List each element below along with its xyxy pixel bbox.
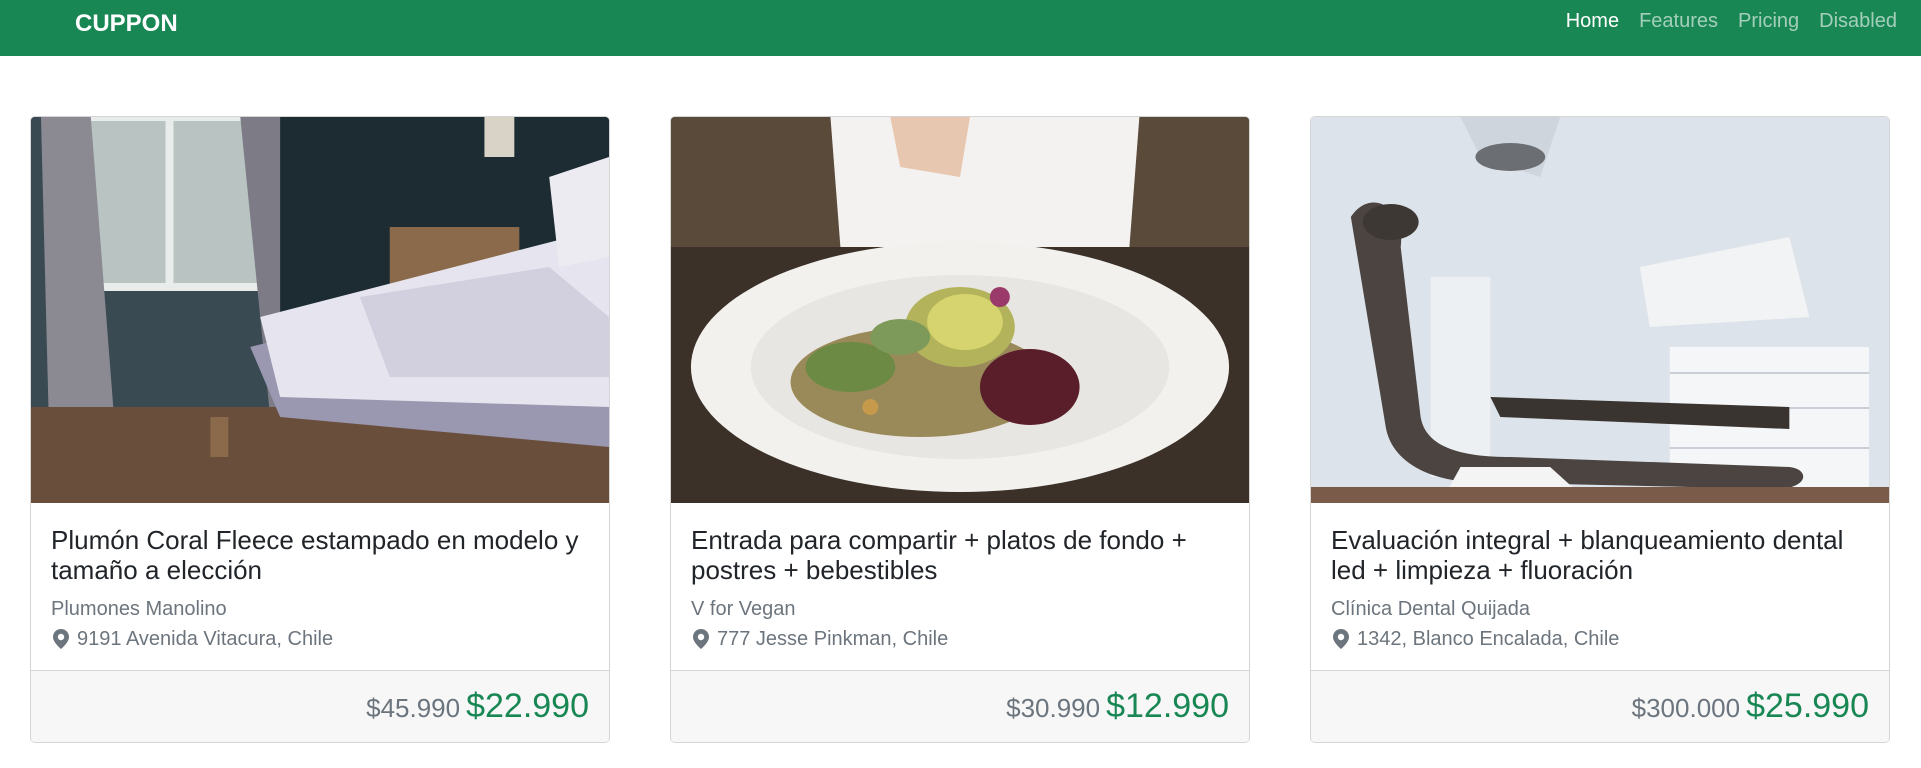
brand-logo[interactable]: CUPPON [75,10,178,38]
nav-link-disabled: Disabled [1819,10,1897,32]
merchant-name: Clínica Dental Quijada [1331,598,1530,620]
deal-location: 1342, Blanco Encalada, Chile [1331,627,1869,651]
original-price: $45.990 [366,693,461,723]
deal-title[interactable]: Entrada para compartir + platos de fondo… [691,525,1229,585]
merchant-name: V for Vegan [691,598,796,620]
deal-card-footer: $300.000 $25.990 [1311,670,1889,742]
original-price: $30.990 [1006,693,1101,723]
nav-link-features[interactable]: Features [1639,9,1718,33]
discount-price: $25.990 [1746,687,1869,725]
map-pin-icon [53,629,69,649]
bed-photo-icon [31,117,609,503]
location-text: 1342, Blanco Encalada, Chile [1357,628,1620,650]
top-navbar: CUPPON Home Features Pricing Disabled [0,0,1921,56]
map-pin-icon [1333,629,1349,649]
deal-card-body: Evaluación integral + blanqueamiento den… [1311,503,1889,666]
deal-image-salad[interactable] [671,117,1249,503]
deal-image-dental[interactable] [1311,117,1889,503]
deal-title[interactable]: Plumón Coral Fleece estampado en modelo … [51,525,589,585]
location-text: 777 Jesse Pinkman, Chile [717,628,949,650]
nav-links: Home Features Pricing Disabled [1566,9,1897,33]
deal-location: 777 Jesse Pinkman, Chile [691,627,1229,651]
deal-location: 9191 Avenida Vitacura, Chile [51,627,589,651]
original-price: $300.000 [1631,693,1741,723]
deal-card[interactable]: Plumón Coral Fleece estampado en modelo … [30,116,610,743]
deal-card-grid: Plumón Coral Fleece estampado en modelo … [30,116,1890,743]
map-pin-icon [693,629,709,649]
discount-price: $22.990 [466,687,589,725]
salad-plate-photo-icon [671,117,1249,503]
deal-card-footer: $45.990 $22.990 [31,670,609,742]
deal-card-body: Entrada para compartir + platos de fondo… [671,503,1249,666]
deal-title[interactable]: Evaluación integral + blanqueamiento den… [1331,525,1869,585]
deal-card-body: Plumón Coral Fleece estampado en modelo … [31,503,609,666]
discount-price: $12.990 [1106,687,1229,725]
merchant-name: Plumones Manolino [51,598,227,620]
deal-card[interactable]: Entrada para compartir + platos de fondo… [670,116,1250,743]
dental-chair-photo-icon [1311,117,1889,503]
deal-card-footer: $30.990 $12.990 [671,670,1249,742]
location-text: 9191 Avenida Vitacura, Chile [77,628,334,650]
deal-image-bed[interactable] [31,117,609,503]
nav-link-home[interactable]: Home [1566,9,1619,33]
nav-link-pricing[interactable]: Pricing [1738,9,1799,33]
deal-card[interactable]: Evaluación integral + blanqueamiento den… [1310,116,1890,743]
